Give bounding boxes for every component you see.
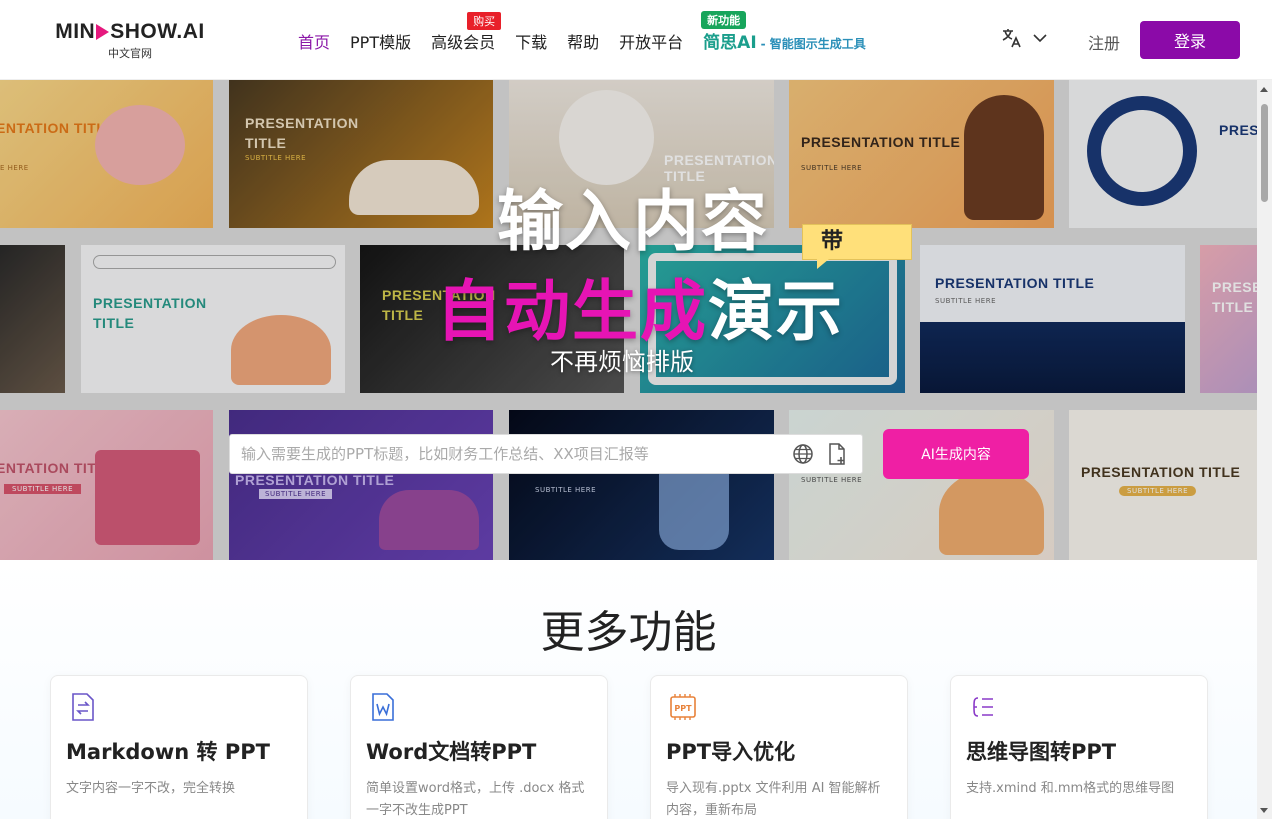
page-scrollbar[interactable] — [1257, 80, 1272, 819]
nav-open-platform[interactable]: 开放平台 — [619, 29, 683, 53]
ppt-title-search — [229, 434, 863, 474]
nav-premium-member[interactable]: 高级会员 购买 — [431, 11, 502, 53]
file-upload-icon[interactable] — [820, 435, 854, 473]
main-nav: 首页 PPT模版 高级会员 购买 下载 帮助 开放平台 简思AI - 智能图示生成… — [298, 11, 866, 53]
logo-wordmark: MIN SHOW.AI — [55, 20, 205, 43]
feature-card-ppt-import[interactable]: PPT PPT导入优化 导入现有.pptx 文件利用 AI 智能解析内容，重新布… — [650, 675, 908, 819]
more-features-section: 更多功能 Markdown 转 PPT 文字内容一字不改，完全转换 Word文档… — [0, 560, 1257, 819]
svg-text:PPT: PPT — [674, 704, 692, 713]
register-link[interactable]: 注册 — [1088, 30, 1120, 54]
hero-headline-2: 自动生成演示 — [436, 273, 844, 350]
scroll-up-arrow-icon[interactable] — [1260, 87, 1268, 92]
nav-help[interactable]: 帮助 — [567, 29, 599, 53]
logo-play-icon — [96, 24, 110, 40]
top-header: MIN SHOW.AI 中文官网 首页 PPT模版 高级会员 购买 下载 帮助 开… — [0, 0, 1272, 80]
hero-tagline: 不再烦恼排版 — [550, 348, 694, 376]
site-logo[interactable]: MIN SHOW.AI 中文官网 — [55, 20, 205, 61]
hero-banner: ENTATION TITLE E HERE PRESENTATION TITLE… — [0, 80, 1257, 560]
nav-ppt-templates[interactable]: PPT模版 — [350, 29, 411, 53]
translate-icon — [1002, 29, 1021, 48]
login-button[interactable]: 登录 — [1140, 21, 1240, 59]
nav-download[interactable]: 下载 — [515, 29, 547, 53]
ai-generate-button[interactable]: AI生成内容 — [883, 429, 1029, 479]
nav-home[interactable]: 首页 — [298, 29, 330, 53]
ai-nav-tagline: - 智能图示生成工具 — [760, 37, 866, 51]
feature-card-markdown[interactable]: Markdown 转 PPT 文字内容一字不改，完全转换 — [50, 675, 308, 819]
ppt-import-icon: PPT — [670, 694, 696, 720]
speech-bubble: 带 — [802, 224, 912, 269]
ppt-title-input[interactable] — [230, 435, 786, 473]
section-title: 更多功能 — [540, 607, 717, 658]
globe-icon[interactable] — [786, 435, 820, 473]
feature-card-mindmap[interactable]: 思维导图转PPT 支持.xmind 和.mm格式的思维导图 — [950, 675, 1208, 819]
buy-badge: 购买 — [467, 11, 502, 30]
word-doc-icon — [372, 693, 394, 721]
nav-jiansi-ai[interactable]: 简思AI - 智能图示生成工具 新功能 — [701, 11, 866, 53]
scroll-down-arrow-icon[interactable] — [1260, 808, 1268, 813]
feature-card-word[interactable]: Word文档转PPT 简单设置word格式，上传 .docx 格式一字不改生成P… — [350, 675, 608, 819]
mindmap-icon — [973, 697, 993, 717]
logo-subtitle: 中文官网 — [108, 47, 152, 60]
chevron-down-icon — [1033, 34, 1047, 43]
markdown-convert-icon — [72, 693, 94, 721]
new-feature-badge: 新功能 — [701, 11, 747, 29]
scrollbar-thumb[interactable] — [1261, 104, 1268, 202]
hero-headline-1: 输入内容 — [497, 183, 769, 260]
language-switcher[interactable] — [1000, 26, 1050, 50]
